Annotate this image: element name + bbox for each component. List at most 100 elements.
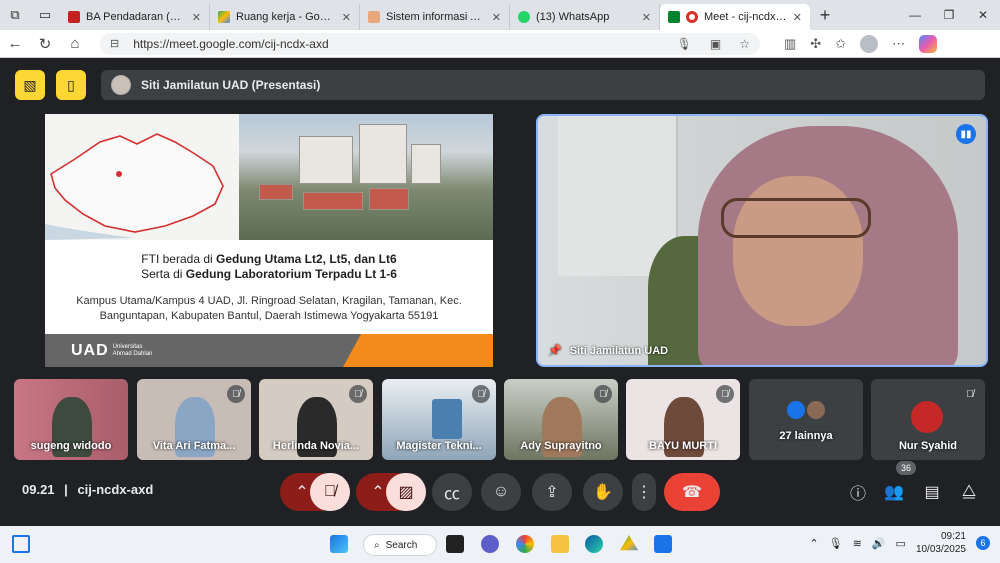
chat-button[interactable]: ▤: [920, 480, 944, 504]
hide-presentation-button[interactable]: ▧: [15, 70, 45, 100]
file-explorer-icon[interactable]: [551, 535, 569, 553]
vertical-tabs-icon[interactable]: ▭: [30, 0, 60, 30]
drive-icon: [218, 11, 230, 23]
logo-sub-2: Ahmad Dahlan: [112, 351, 153, 357]
participant-tile[interactable]: 🎙̸ Ady Suprayitno: [504, 379, 618, 460]
microphone-icon[interactable]: 🎙: [829, 537, 843, 550]
map-graphic: [45, 114, 239, 240]
chrome-icon[interactable]: [516, 535, 534, 553]
teams-icon[interactable]: [481, 535, 499, 553]
leave-call-button[interactable]: ☎: [664, 473, 720, 511]
participant-tile[interactable]: sugeng widodo: [14, 379, 128, 460]
new-tab-button[interactable]: +: [810, 5, 840, 26]
home-icon[interactable]: ⌂: [60, 35, 90, 52]
minimize-icon[interactable]: —: [898, 8, 932, 22]
taskbar-search[interactable]: ⌕ Search: [363, 534, 437, 556]
clock-date: 10/03/2025: [915, 544, 966, 555]
widgets-icon[interactable]: [12, 535, 30, 553]
refresh-icon[interactable]: ↻: [30, 35, 60, 53]
more-options-button[interactable]: ⋮: [632, 473, 656, 511]
url-field[interactable]: ⊟ https://meet.google.com/cij-ncdx-axd 🎙…: [100, 32, 760, 55]
favorites-icon[interactable]: ✩: [835, 36, 846, 52]
close-icon[interactable]: ✕: [642, 11, 651, 24]
whatsapp-icon: [518, 11, 530, 23]
more-participants-tile[interactable]: 27 lainnya: [749, 379, 863, 460]
participant-strip: sugeng widodo 🎙̸ Vita Ari Fatma... 🎙̸ He…: [14, 379, 988, 461]
site-info-icon[interactable]: ⊟: [110, 37, 119, 50]
slide-line-1-prefix: FTI berada di: [141, 252, 216, 266]
activities-button[interactable]: ⧋: [957, 480, 981, 504]
captions-button[interactable]: ㏄: [432, 473, 472, 511]
uad-logo: UAD Universitas Ahmad Dahlan: [71, 342, 152, 360]
back-icon[interactable]: ←: [0, 35, 30, 52]
volume-icon[interactable]: 🔊: [872, 537, 886, 550]
speaker-name-label: 📌 Siti Jamilatun UAD: [548, 344, 668, 358]
wifi-icon[interactable]: ≋: [853, 537, 862, 550]
raise-hand-button[interactable]: ✋: [583, 473, 623, 511]
address-bar: ← ↻ ⌂ ⊟ https://meet.google.com/cij-ncdx…: [0, 30, 1000, 58]
tab-sistem-informasi[interactable]: Sistem informasi Akademik ✕: [360, 4, 510, 30]
task-view-icon[interactable]: [446, 535, 464, 553]
tab-meet[interactable]: Meet - cij-ncdx-axd ✕: [660, 4, 810, 30]
participant-tile[interactable]: 🎙̸ Vita Ari Fatma...: [137, 379, 251, 460]
participant-tile[interactable]: 🎙̸ BAYU MURTI: [626, 379, 740, 460]
tab-actions-icon[interactable]: ⧉: [0, 0, 30, 30]
copilot-icon[interactable]: [919, 34, 938, 53]
notepad-icon[interactable]: [654, 535, 672, 553]
people-button[interactable]: 👥: [882, 480, 906, 504]
search-label: Search: [385, 539, 418, 551]
more-vert-icon: ⋮: [636, 484, 652, 501]
drive-icon[interactable]: [620, 535, 638, 551]
more-participants-label: 27 lainnya: [779, 430, 833, 442]
slide-line-2-bold: Gedung Laboratorium Terpadu Lt 1-6: [185, 267, 397, 281]
pin-icon[interactable]: 📌: [548, 344, 562, 357]
cast-icon[interactable]: ▣: [710, 37, 721, 51]
close-icon[interactable]: ✕: [793, 11, 802, 24]
close-icon[interactable]: ✕: [492, 11, 501, 24]
chevron-up-icon: ⌃: [295, 484, 309, 501]
participant-tile[interactable]: 🎙̸ Herlinda Novia...: [259, 379, 373, 460]
mic-toggle-button[interactable]: 🎙̸: [310, 473, 350, 511]
camera-toggle-button[interactable]: ▨: [386, 473, 426, 511]
menu-icon[interactable]: ⋯: [892, 36, 905, 52]
reactions-button[interactable]: ☺: [481, 473, 521, 511]
clock[interactable]: 09:21 10/03/2025: [916, 530, 966, 556]
muted-mic-icon: 🎙̸: [472, 385, 490, 403]
participant-tile[interactable]: 🎙̸ Magister Tekni...: [382, 379, 496, 460]
meet-icon: [668, 11, 680, 23]
start-icon[interactable]: [330, 535, 348, 553]
split-screen-icon[interactable]: ▥: [784, 36, 796, 52]
battery-icon[interactable]: ▭: [896, 537, 906, 550]
close-icon[interactable]: ✕: [192, 11, 201, 24]
browser-tab-bar: ⧉ ▭ BA Pendadaran (14 Maret ✕ Ruang kerj…: [0, 0, 1000, 30]
close-icon[interactable]: ✕: [342, 11, 351, 24]
favorite-icon[interactable]: ☆: [739, 37, 750, 51]
slide-line-1: FTI berada di Gedung Utama Lt2, Lt5, dan…: [45, 252, 493, 266]
meeting-details-button[interactable]: ⓘ: [846, 480, 870, 504]
taskbar: ⌕ Search ⌃ 🎙 ≋ 🔊 ▭ 09:21 10/03/2025 6: [0, 526, 1000, 563]
activities-icon: ⧋: [961, 483, 977, 500]
close-window-icon[interactable]: ✕: [966, 8, 1000, 22]
edge-icon[interactable]: [585, 535, 603, 553]
profile-avatar[interactable]: [860, 34, 879, 53]
slide-line-2: Serta di Gedung Laboratorium Terpadu Lt …: [45, 267, 493, 281]
hand-icon: ✋: [593, 484, 613, 501]
participant-avatar: [785, 399, 807, 421]
meeting-time: 09.21: [22, 482, 55, 497]
tab-google-drive[interactable]: Ruang kerja - Google Drive ✕: [210, 4, 360, 30]
notification-badge[interactable]: 6: [976, 536, 990, 550]
participant-name: Ady Suprayitno: [520, 440, 602, 452]
extensions-icon[interactable]: ✣: [810, 36, 821, 52]
chevron-up-icon[interactable]: ⌃: [809, 537, 818, 550]
maximize-icon[interactable]: ❐: [932, 8, 966, 22]
layout-button[interactable]: ▯: [56, 70, 86, 100]
tab-ba-pendadaran[interactable]: BA Pendadaran (14 Maret ✕: [60, 4, 210, 30]
microphone-icon[interactable]: 🎙: [677, 37, 692, 51]
present-button[interactable]: ⇪: [532, 473, 572, 511]
meet-window: ▧ ▯ Siti Jamilatun UAD (Presentasi) FTI …: [4, 58, 996, 524]
speaker-video[interactable]: ▮▮ 📌 Siti Jamilatun UAD: [536, 114, 988, 367]
tab-whatsapp[interactable]: (13) WhatsApp ✕: [510, 4, 660, 30]
muted-mic-icon: 🎙̸: [227, 385, 245, 403]
chat-icon: ▤: [924, 484, 940, 501]
participant-tile[interactable]: 🎙̸ Nur Syahid: [871, 379, 985, 460]
